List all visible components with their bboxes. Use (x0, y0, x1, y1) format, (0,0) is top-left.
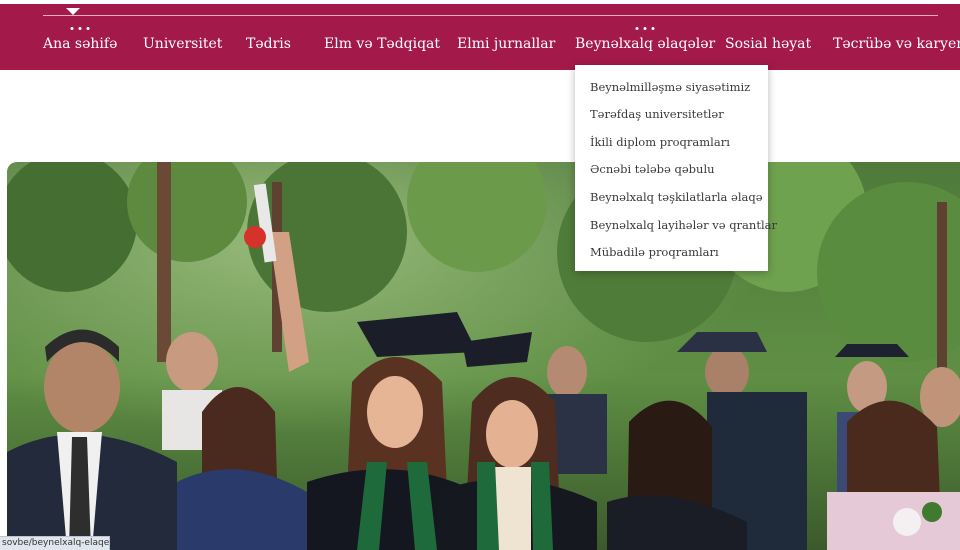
dropdown-item-projects-grants[interactable]: Beynəlxalq layihələr və qrantlar (590, 218, 777, 232)
nav-item-social-life[interactable]: Sosial həyat (725, 35, 811, 53)
main-navbar: Ana səhifə Universitet Tədris Elm və Təd… (0, 4, 960, 70)
nav-item-label: Elm və Tədqiqat (324, 36, 441, 52)
nav-item-label: Ana səhifə (43, 36, 118, 52)
nav-item-label: Sosial həyat (725, 36, 812, 52)
dropdown-item-foreign-admission[interactable]: Əcnəbi tələbə qəbulu (590, 162, 715, 176)
dots-decoration (635, 27, 655, 30)
dropdown-item-international-organizations[interactable]: Beynəlxalq təşkilatlarla əlaqə (590, 190, 763, 204)
nav-item-label: Tədris (246, 36, 291, 52)
nav-item-experience-career[interactable]: Təcrübə və karyera (833, 35, 960, 53)
hero-illustration (7, 162, 960, 550)
dropdown-item-exchange-programs[interactable]: Mübadilə proqramları (590, 245, 719, 259)
international-relations-dropdown: Beynəlmilləşmə siyasətimiz Tərəfdaş univ… (575, 65, 777, 271)
nav-item-label: Universitet (143, 36, 223, 52)
dropdown-item-partner-universities[interactable]: Tərəfdaş universitetlər (590, 107, 724, 121)
dots-decoration (70, 27, 90, 30)
browser-status-url: sovbe/beynelxalq-elaqeler (0, 536, 110, 550)
nav-item-home[interactable]: Ana səhifə (43, 27, 118, 53)
nav-item-international-relations[interactable]: Beynəlxalq əlaqələr (575, 27, 716, 53)
nav-item-teaching[interactable]: Tədris (246, 35, 291, 53)
nav-item-label: Təcrübə və karyera (833, 36, 960, 52)
nav-item-label: Beynəlxalq əlaqələr (575, 36, 716, 52)
hero-graduation-image (7, 162, 960, 550)
nav-item-label: Elmi jurnallar (457, 36, 556, 52)
nav-item-science-research[interactable]: Elm və Tədqiqat (324, 35, 440, 53)
active-indicator-notch (66, 8, 80, 15)
nav-item-journals[interactable]: Elmi jurnallar (457, 35, 555, 53)
dropdown-item-dual-degree[interactable]: İkili diplom proqramları (590, 135, 730, 149)
nav-item-university[interactable]: Universitet (143, 35, 222, 53)
dropdown-item-internationalization-policy[interactable]: Beynəlmilləşmə siyasətimiz (590, 80, 750, 94)
nav-divider-line (43, 15, 938, 16)
